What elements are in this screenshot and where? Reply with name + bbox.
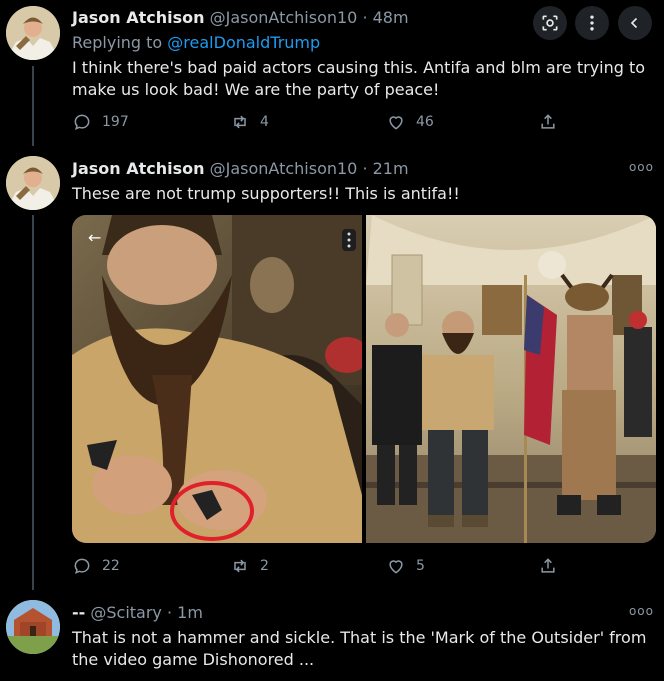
like-button[interactable]: 5 bbox=[386, 556, 425, 576]
author-name[interactable]: -- bbox=[72, 603, 85, 622]
timestamp[interactable]: · 21m bbox=[362, 159, 408, 178]
like-count: 46 bbox=[416, 114, 434, 130]
right-photo bbox=[366, 215, 656, 543]
avatar[interactable] bbox=[6, 156, 60, 210]
more-options-icon[interactable]: ooo bbox=[629, 160, 654, 174]
avatar-image bbox=[6, 600, 60, 654]
tweet-text: That is not a hammer and sickle. That is… bbox=[72, 628, 647, 669]
avatar-image bbox=[6, 6, 60, 60]
avatar[interactable] bbox=[6, 6, 60, 60]
tweet-1[interactable]: Jason Atchison @JasonAtchison10 · 48m Re… bbox=[0, 0, 664, 150]
tweet-header: Jason Atchison @JasonAtchison10 · 48m bbox=[72, 8, 409, 27]
tweet-text: These are not trump supporters!! This is… bbox=[72, 184, 460, 203]
tweet-header: -- @Scitary · 1m bbox=[72, 603, 203, 622]
author-handle[interactable]: @Scitary bbox=[90, 603, 162, 622]
retweet-button[interactable]: 4 bbox=[230, 112, 269, 132]
retweet-icon bbox=[234, 115, 246, 129]
author-handle[interactable]: @JasonAtchison10 bbox=[210, 159, 358, 178]
tweet-actions: 22 2 5 bbox=[72, 556, 562, 580]
reply-button[interactable]: 22 bbox=[72, 556, 120, 576]
more-options-icon[interactable]: ooo bbox=[629, 604, 654, 618]
media-photos: ← bbox=[72, 215, 656, 543]
tweet-3[interactable]: -- @Scitary · 1m ooo That is not a hamme… bbox=[0, 592, 664, 681]
share-icon bbox=[541, 558, 555, 573]
reply-count: 197 bbox=[102, 114, 129, 130]
timestamp[interactable]: · 1m bbox=[167, 603, 203, 622]
tweet-text: I think there's bad paid actors causing … bbox=[72, 58, 646, 99]
reply-icon bbox=[74, 114, 90, 130]
author-handle[interactable]: @JasonAtchison10 bbox=[210, 8, 358, 27]
left-photo: ← bbox=[72, 215, 369, 543]
share-button[interactable] bbox=[538, 112, 558, 132]
reply-icon bbox=[74, 558, 90, 574]
share-icon bbox=[541, 114, 555, 129]
like-count: 5 bbox=[416, 558, 425, 574]
author-name[interactable]: Jason Atchison bbox=[72, 159, 205, 178]
author-name[interactable]: Jason Atchison bbox=[72, 8, 205, 27]
tweet-header: Jason Atchison @JasonAtchison10 · 21m bbox=[72, 159, 409, 178]
replying-to-link[interactable]: @realDonaldTrump bbox=[167, 33, 320, 52]
timestamp[interactable]: · 48m bbox=[362, 8, 408, 27]
retweet-button[interactable]: 2 bbox=[230, 556, 269, 576]
heart-icon bbox=[389, 560, 403, 574]
heart-icon bbox=[389, 116, 403, 130]
reply-count: 22 bbox=[102, 558, 120, 574]
replying-prefix: Replying to bbox=[72, 33, 168, 52]
tweet-media[interactable]: ← bbox=[72, 215, 656, 543]
retweet-icon bbox=[234, 559, 246, 573]
avatar[interactable] bbox=[6, 600, 60, 654]
reply-button[interactable]: 197 bbox=[72, 112, 129, 132]
tweet-actions: 197 4 46 bbox=[72, 112, 562, 136]
svg-text:←: ← bbox=[88, 228, 101, 247]
retweet-count: 2 bbox=[260, 558, 269, 574]
share-button[interactable] bbox=[538, 556, 558, 576]
replying-to: Replying to @realDonaldTrump bbox=[72, 33, 320, 52]
avatar-image bbox=[6, 156, 60, 210]
retweet-count: 4 bbox=[260, 114, 269, 130]
like-button[interactable]: 46 bbox=[386, 112, 434, 132]
